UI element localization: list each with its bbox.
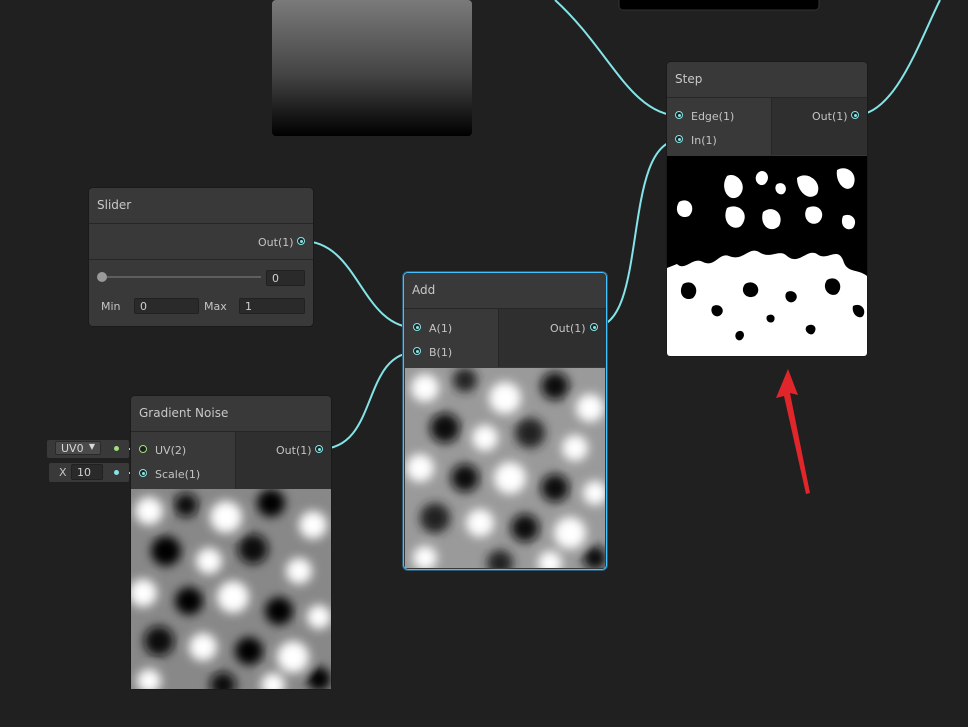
slider-max-label: Max xyxy=(204,300,227,313)
step-node-header[interactable]: Step xyxy=(667,62,867,98)
wire-step-out[interactable] xyxy=(855,0,941,116)
add-a-label: A(1) xyxy=(429,322,453,335)
noise-out-label: Out(1) xyxy=(276,444,312,457)
scale-value-field[interactable]: 10 xyxy=(71,464,103,480)
step-in-port[interactable] xyxy=(675,135,683,143)
noise-scale-port[interactable] xyxy=(139,469,147,477)
add-node[interactable]: Add A(1) B(1) Out(1) xyxy=(404,273,606,569)
slider-node-title: Slider xyxy=(97,198,132,212)
red-arrow-annotation xyxy=(776,369,810,494)
uv-inline-input: UV0 ▼ xyxy=(47,440,129,458)
add-preview xyxy=(405,368,605,568)
step-edge-port[interactable] xyxy=(675,111,683,119)
add-out-label: Out(1) xyxy=(550,322,586,335)
add-b-label: B(1) xyxy=(429,346,453,359)
noise-out-port[interactable] xyxy=(315,445,323,453)
step-preview xyxy=(667,156,867,356)
slider-node-header[interactable]: Slider xyxy=(89,188,313,224)
node-partial-top xyxy=(618,0,820,11)
wire-noise-to-add-b[interactable] xyxy=(319,351,418,450)
slider-min-label: Min xyxy=(101,300,121,313)
add-node-header[interactable]: Add xyxy=(404,273,606,309)
slider-thumb[interactable] xyxy=(97,272,107,282)
slider-value-field[interactable]: 0 xyxy=(266,270,305,286)
slider-out-port[interactable] xyxy=(297,237,305,245)
step-out-port[interactable] xyxy=(851,111,859,119)
step-out-label: Out(1) xyxy=(812,110,848,123)
add-b-port[interactable] xyxy=(413,347,421,355)
chevron-down-icon: ▼ xyxy=(88,442,95,451)
step-node-title: Step xyxy=(675,72,703,86)
gradient-noise-title: Gradient Noise xyxy=(139,406,229,420)
gradient-noise-header[interactable]: Gradient Noise xyxy=(131,396,331,432)
wire-slider-to-add-a[interactable] xyxy=(301,240,418,329)
slider-node[interactable]: Slider Out(1) 0 Min 0 Max 1 xyxy=(89,188,313,326)
scale-axis-label: X xyxy=(59,466,67,479)
wire-to-step-edge[interactable] xyxy=(554,0,681,117)
noise-uv-label: UV(2) xyxy=(155,444,187,457)
gradient-noise-preview xyxy=(131,489,331,689)
add-out-port[interactable] xyxy=(590,323,598,331)
step-edge-label: Edge(1) xyxy=(691,110,735,123)
slider-track[interactable] xyxy=(99,276,261,278)
scale-inline-input: X 10 xyxy=(49,463,129,482)
add-a-port[interactable] xyxy=(413,323,421,331)
uv-channel-value: UV0 xyxy=(61,442,84,455)
uv-inline-connector xyxy=(114,446,119,451)
slider-min-field[interactable]: 0 xyxy=(134,298,199,314)
step-node[interactable]: Step Edge(1) In(1) Out(1) xyxy=(667,62,867,356)
slider-max-field[interactable]: 1 xyxy=(239,298,305,314)
slider-out-label: Out(1) xyxy=(258,236,294,249)
noise-uv-port[interactable] xyxy=(139,445,147,453)
gradient-noise-node[interactable]: Gradient Noise UV(2) Scale(1) Out(1) xyxy=(131,396,331,689)
add-node-title: Add xyxy=(412,283,436,297)
scale-inline-connector xyxy=(114,470,119,475)
step-in-label: In(1) xyxy=(691,134,717,147)
gradient-preview-partial xyxy=(272,0,472,136)
uv-channel-dropdown[interactable]: UV0 ▼ xyxy=(55,441,101,455)
noise-scale-label: Scale(1) xyxy=(155,468,201,481)
